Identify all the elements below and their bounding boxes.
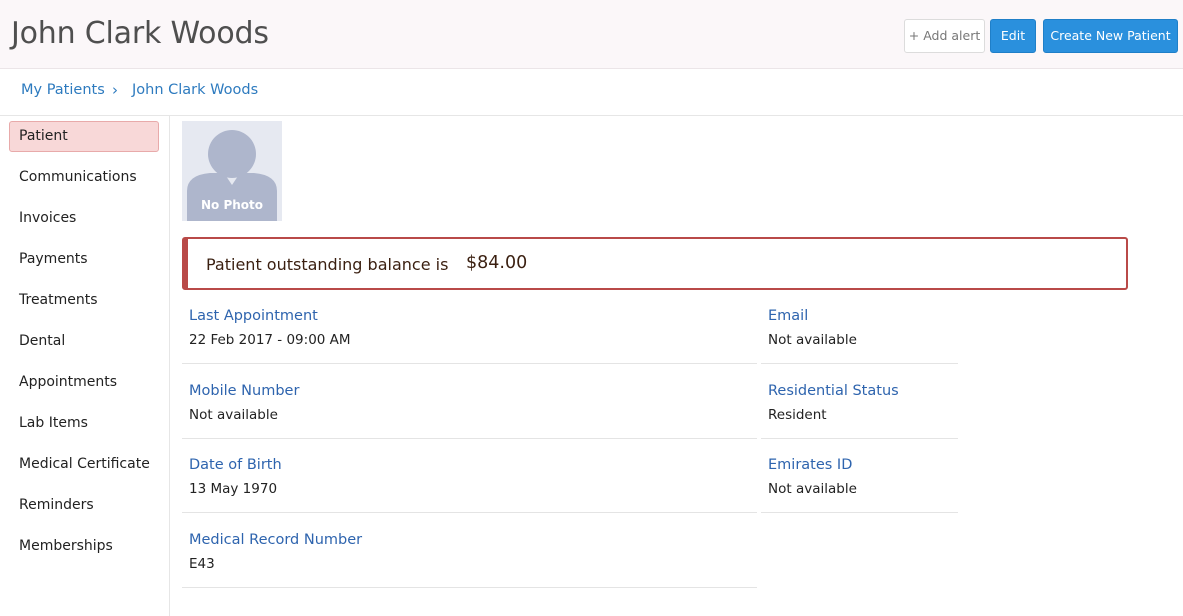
field-label: Last Appointment [189, 308, 318, 324]
breadcrumb-separator-icon: › [112, 81, 118, 99]
field-label: Email [768, 308, 809, 324]
field-email: Email Not available [761, 299, 958, 364]
balance-label: Patient outstanding balance is [206, 255, 449, 274]
sidebar-item-memberships[interactable]: Memberships [9, 531, 159, 562]
sidebar-item-invoices[interactable]: Invoices [9, 203, 159, 234]
field-medical-record-number: Medical Record Number E43 [182, 523, 757, 588]
patient-photo[interactable]: No Photo [182, 121, 282, 221]
field-emirates-id: Emirates ID Not available [761, 448, 958, 513]
outstanding-balance-alert: Patient outstanding balance is $84.00 [182, 237, 1128, 290]
field-value: Resident [768, 407, 827, 423]
add-alert-button[interactable]: + Add alert [904, 19, 985, 53]
field-value: 13 May 1970 [189, 481, 278, 497]
field-value: E43 [189, 556, 215, 572]
sidebar: Patient Communications Invoices Payments… [0, 116, 170, 616]
field-value: Not available [768, 481, 857, 497]
no-photo-label: No Photo [200, 198, 264, 212]
balance-amount: $84.00 [466, 253, 528, 273]
field-label: Mobile Number [189, 383, 300, 399]
sidebar-item-payments[interactable]: Payments [9, 244, 159, 275]
field-label: Residential Status [768, 383, 899, 399]
edit-button[interactable]: Edit [990, 19, 1036, 53]
sidebar-item-treatments[interactable]: Treatments [9, 285, 159, 316]
sidebar-item-communications[interactable]: Communications [9, 162, 159, 193]
field-mobile-number: Mobile Number Not available [182, 374, 757, 439]
sidebar-item-patient[interactable]: Patient [9, 121, 159, 152]
field-last-appointment: Last Appointment 22 Feb 2017 - 09:00 AM [182, 299, 757, 364]
sidebar-item-lab-items[interactable]: Lab Items [9, 408, 159, 439]
sidebar-item-appointments[interactable]: Appointments [9, 367, 159, 398]
sidebar-item-dental[interactable]: Dental [9, 326, 159, 357]
breadcrumb-my-patients-link[interactable]: My Patients [21, 82, 105, 98]
field-label: Date of Birth [189, 457, 282, 473]
field-residential-status: Residential Status Resident [761, 374, 958, 439]
breadcrumb: My Patients › John Clark Woods [0, 69, 1183, 116]
field-value: Not available [768, 332, 857, 348]
page-title: John Clark Woods [11, 16, 269, 51]
breadcrumb-current-patient-link[interactable]: John Clark Woods [132, 82, 258, 98]
create-new-patient-button[interactable]: Create New Patient [1043, 19, 1178, 53]
sidebar-item-reminders[interactable]: Reminders [9, 490, 159, 521]
page-header: John Clark Woods + Add alert Edit Create… [0, 0, 1183, 69]
field-value: 22 Feb 2017 - 09:00 AM [189, 332, 351, 348]
field-label: Emirates ID [768, 457, 853, 473]
field-value: Not available [189, 407, 278, 423]
field-label: Medical Record Number [189, 532, 363, 548]
field-date-of-birth: Date of Birth 13 May 1970 [182, 448, 757, 513]
sidebar-item-medical-certificate[interactable]: Medical Certificate [9, 449, 159, 480]
